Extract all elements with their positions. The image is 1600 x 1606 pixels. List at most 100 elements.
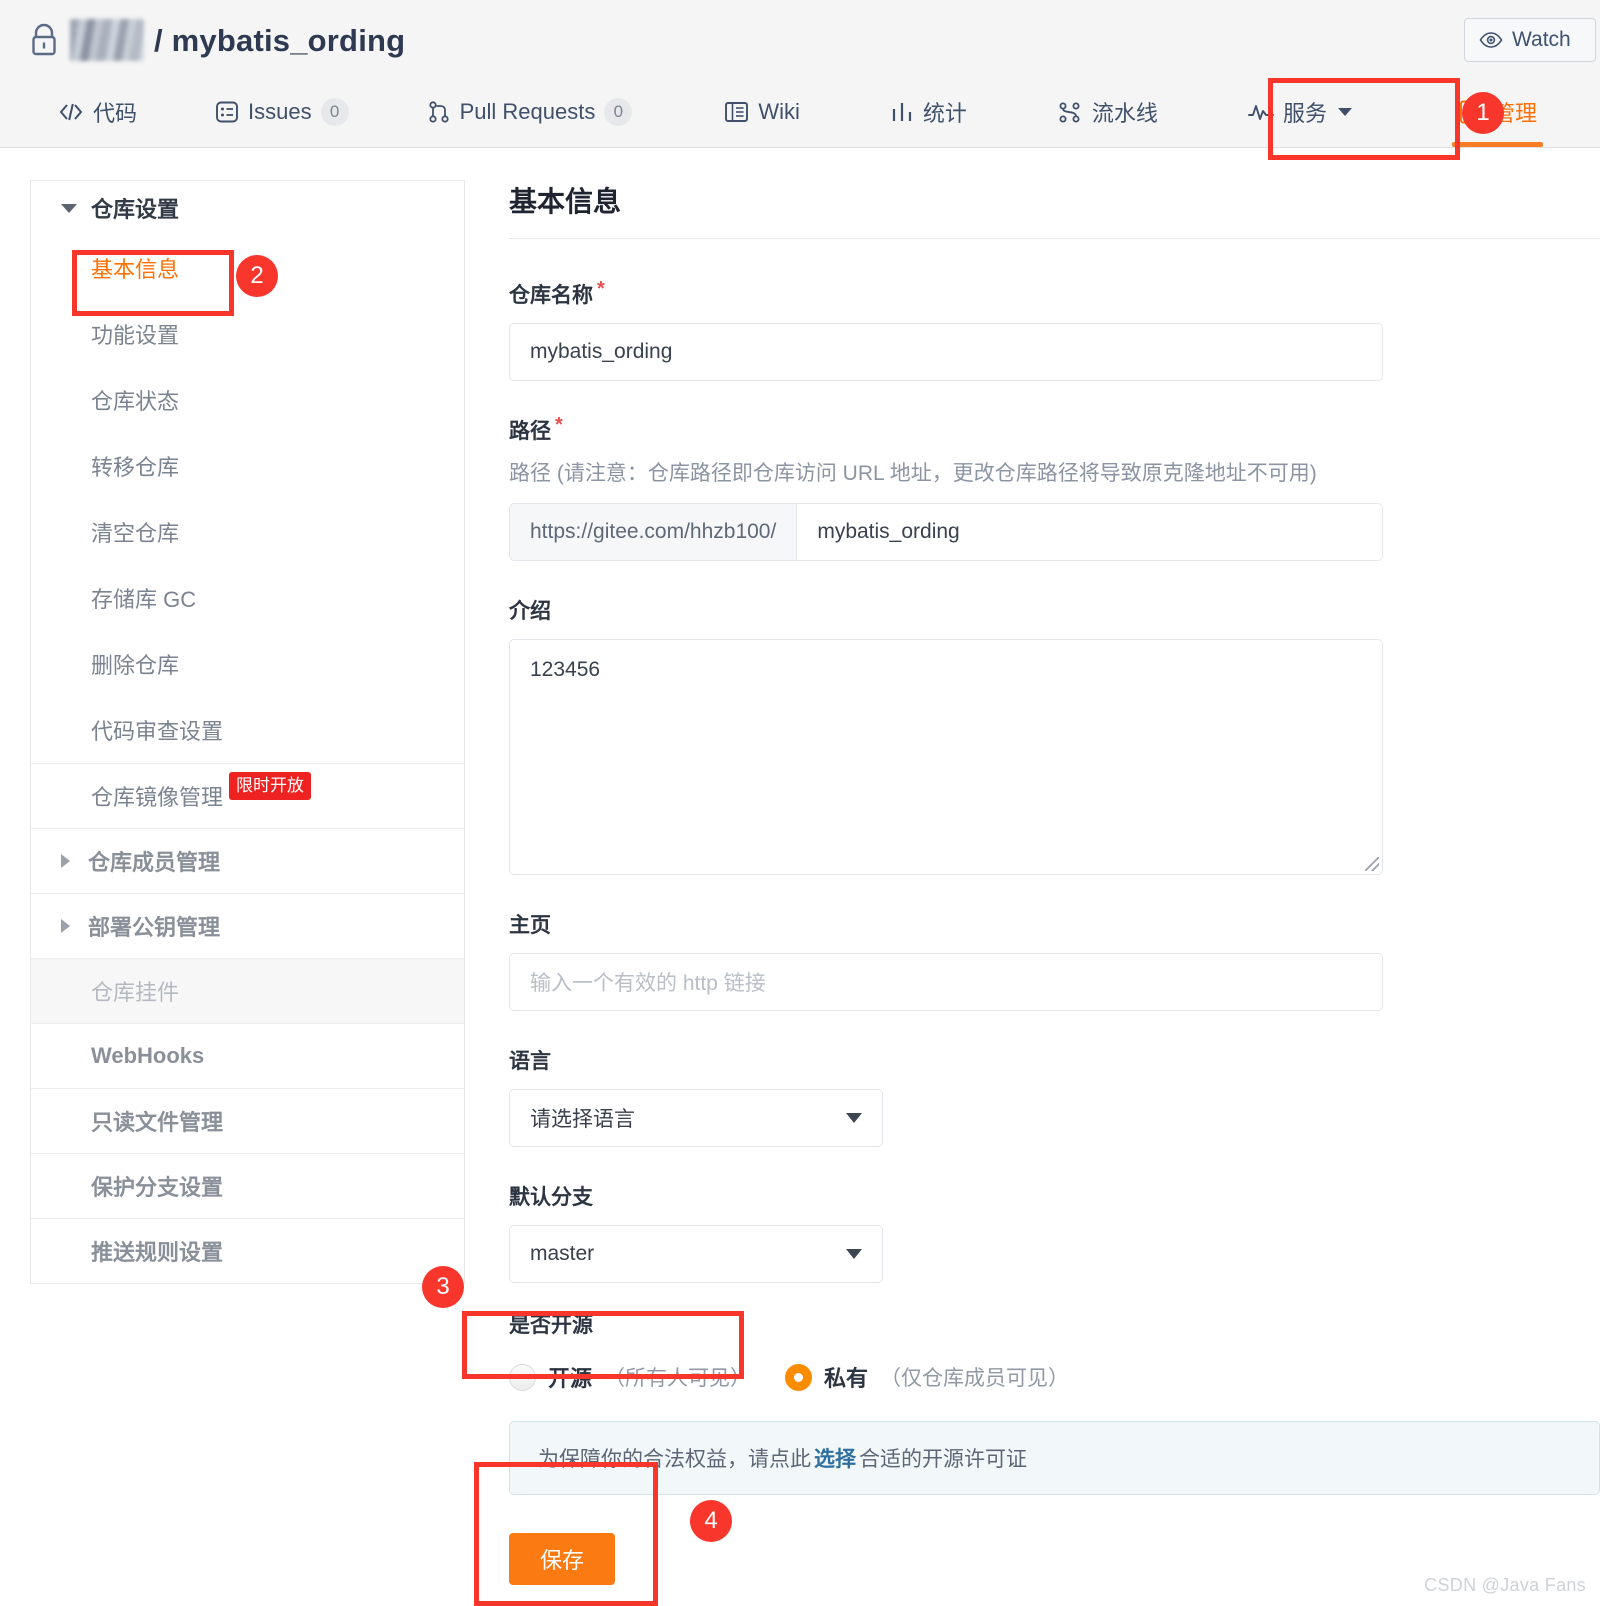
- nav-tab-code[interactable]: 代码: [42, 84, 153, 140]
- radio-public-label: 开源: [548, 1366, 593, 1391]
- nav-tab-service-label: 服务: [1282, 101, 1327, 126]
- sidebar-item-label: 代码审查设置: [91, 719, 224, 744]
- sidebar-item-code-review-settings[interactable]: 代码审查设置: [31, 697, 464, 763]
- nav-tab-code-label: 代码: [93, 101, 138, 126]
- sidebar-item-label: 清空仓库: [91, 521, 180, 546]
- annotation-badge-3: 3: [422, 1266, 464, 1308]
- sidebar-item-label: 只读文件管理: [91, 1110, 224, 1135]
- save-button[interactable]: 保存: [509, 1533, 615, 1585]
- license-select-link[interactable]: 选择: [814, 1443, 856, 1473]
- pipeline-icon: [1059, 102, 1080, 123]
- sidebar-item-deploy-key-management[interactable]: 部署公钥管理: [31, 893, 464, 958]
- branch-label: 默认分支: [509, 1181, 1600, 1211]
- sidebar-item-transfer-repo[interactable]: 转移仓库: [31, 433, 464, 499]
- sidebar-item-member-management[interactable]: 仓库成员管理: [31, 828, 464, 893]
- intro-label-text: 介绍: [509, 600, 551, 623]
- sidebar-item-label: 功能设置: [91, 323, 180, 348]
- sidebar-item-feature-settings[interactable]: 功能设置: [31, 301, 464, 367]
- watermark: CSDN @Java Fans: [1424, 1575, 1586, 1595]
- chevron-down-icon: [846, 1249, 862, 1259]
- chevron-right-icon: [61, 919, 70, 933]
- annotation-badge-2: 2: [236, 255, 278, 297]
- watch-label: Watch: [1512, 28, 1571, 51]
- title-divider: [509, 238, 1600, 239]
- path-input[interactable]: mybatis_ording: [796, 503, 1383, 561]
- license-notice-before: 为保障你的合法权益，请点此: [538, 1448, 811, 1471]
- nav-tab-wiki[interactable]: Wiki: [708, 84, 816, 140]
- nav-tab-issues[interactable]: Issues 0: [199, 84, 365, 140]
- sidebar-item-push-rule-settings[interactable]: 推送规则设置: [31, 1218, 464, 1283]
- sidebar-item-label: 基本信息: [91, 257, 180, 282]
- issues-count-badge: 0: [320, 98, 349, 126]
- chart-icon: [892, 103, 912, 121]
- branch-select[interactable]: master: [509, 1225, 883, 1283]
- homepage-input[interactable]: 输入一个有效的 http 链接: [509, 953, 1383, 1011]
- repo-breadcrumb: / mybatis_ording: [28, 14, 405, 66]
- sidebar-item-label: 仓库成员管理: [88, 850, 221, 875]
- required-asterisk: *: [555, 414, 563, 436]
- sidebar-item-delete-repo[interactable]: 删除仓库: [31, 631, 464, 697]
- radio-private-indicator[interactable]: [785, 1363, 813, 1391]
- nav-tab-wiki-label: Wiki: [758, 99, 800, 124]
- repo-name-input[interactable]: mybatis_ording: [509, 323, 1383, 381]
- intro-textarea[interactable]: 123456: [509, 639, 1383, 875]
- page-title: 基本信息: [509, 186, 622, 217]
- nav-tab-service[interactable]: 服务: [1232, 84, 1368, 140]
- radio-public-indicator[interactable]: [509, 1363, 536, 1391]
- sidebar-item-webhooks[interactable]: WebHooks: [31, 1023, 464, 1088]
- sidebar-item-repo-status[interactable]: 仓库状态: [31, 367, 464, 433]
- nav-tab-pipeline[interactable]: 流水线: [1041, 84, 1174, 140]
- service-icon: [1247, 105, 1274, 120]
- radio-option-public[interactable]: 开源 （所有人可见）: [509, 1361, 751, 1393]
- nav-tab-pull-requests[interactable]: Pull Requests 0: [411, 84, 649, 140]
- branch-select-value: master: [530, 1242, 595, 1265]
- chevron-down-icon: [61, 203, 77, 213]
- branch-label-text: 默认分支: [509, 1186, 593, 1209]
- page-root: / mybatis_ording Watch 代码 Issues 0 Pull …: [0, 0, 1600, 1606]
- repo-nav: 代码 Issues 0 Pull Requests 0 Wiki 统计 流水线 …: [0, 84, 1600, 148]
- sidebar-item-label: 推送规则设置: [91, 1240, 224, 1265]
- org-name-redacted[interactable]: [70, 19, 144, 61]
- sidebar-item-storage-gc[interactable]: 存储库 GC: [31, 565, 464, 631]
- open-source-label-text: 是否开源: [509, 1314, 593, 1337]
- watch-button[interactable]: Watch: [1464, 18, 1596, 62]
- language-label: 语言: [509, 1045, 1600, 1075]
- radio-private-label: 私有: [824, 1366, 869, 1391]
- code-icon: [59, 103, 83, 121]
- path-label-text: 路径: [509, 420, 551, 443]
- breadcrumb-separator: /: [154, 22, 163, 58]
- sidebar-item-protected-branch-settings[interactable]: 保护分支设置: [31, 1153, 464, 1218]
- wiki-icon: [725, 102, 749, 122]
- chevron-down-icon: [1337, 108, 1352, 116]
- intro-label: 介绍: [509, 595, 1600, 625]
- nav-tab-issues-label: Issues: [248, 99, 312, 124]
- intro-textarea-value: 123456: [530, 658, 601, 681]
- license-notice-after: 合适的开源许可证: [859, 1448, 1027, 1471]
- path-input-value: mybatis_ording: [817, 520, 960, 543]
- nav-tab-pr-label: Pull Requests: [459, 99, 596, 124]
- radio-option-private[interactable]: 私有 （仅仓库成员可见）: [785, 1361, 1069, 1393]
- active-tab-underline: [1451, 142, 1543, 147]
- repo-name-label: 仓库名称 *: [509, 279, 1600, 309]
- repo-name-title[interactable]: / mybatis_ording: [154, 25, 405, 56]
- open-source-label: 是否开源: [509, 1309, 1600, 1339]
- pull-request-icon: [429, 101, 449, 123]
- sidebar-item-clear-repo[interactable]: 清空仓库: [31, 499, 464, 565]
- nav-tab-statistics[interactable]: 统计: [874, 84, 983, 140]
- path-input-group: https://gitee.com/hhzb100/ mybatis_ordin…: [509, 503, 1383, 561]
- sidebar-item-repo-widget[interactable]: 仓库挂件: [31, 958, 464, 1023]
- sidebar-group-repo-settings[interactable]: 仓库设置: [31, 181, 464, 235]
- sidebar-item-label: 仓库镜像管理: [91, 785, 224, 810]
- sidebar-item-mirror-management[interactable]: 仓库镜像管理 限时开放: [31, 763, 464, 828]
- required-asterisk: *: [597, 278, 605, 300]
- annotation-badge-4: 4: [690, 1500, 732, 1542]
- radio-private-note: （仅仓库成员可见）: [880, 1367, 1070, 1390]
- language-select[interactable]: 请选择语言: [509, 1089, 883, 1147]
- path-url-prefix: https://gitee.com/hhzb100/: [509, 503, 797, 561]
- resize-handle[interactable]: [1365, 857, 1379, 871]
- homepage-placeholder: 输入一个有效的 http 链接: [530, 972, 766, 995]
- path-label: 路径 *: [509, 415, 1600, 445]
- sidebar-item-readonly-file-management[interactable]: 只读文件管理: [31, 1088, 464, 1153]
- radio-public-note: （所有人可见）: [604, 1367, 752, 1390]
- settings-sidebar: 仓库设置 基本信息 功能设置 仓库状态 转移仓库 清空仓库 存储库 GC 删除仓…: [30, 180, 465, 1284]
